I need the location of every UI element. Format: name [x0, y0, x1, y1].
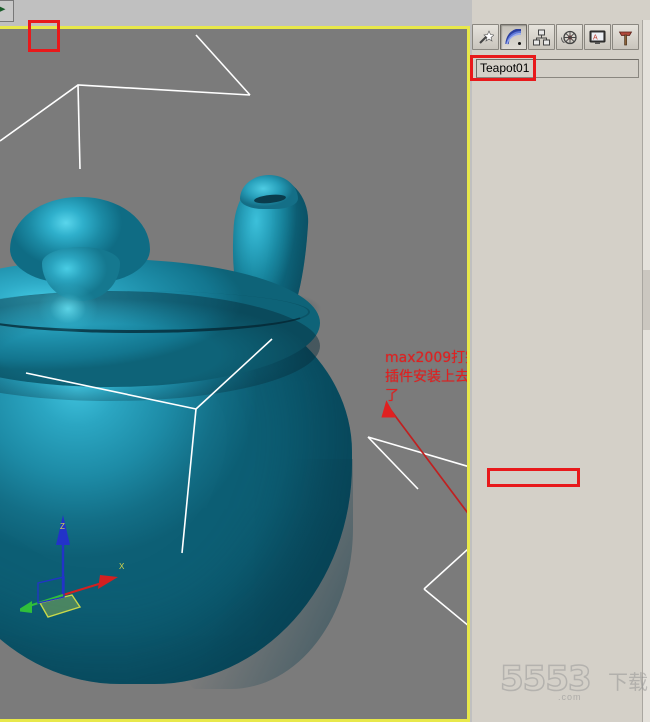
- command-panel-scrollbar-thumb[interactable]: [643, 270, 650, 330]
- annotation-arrow: [380, 399, 467, 529]
- app-window: ➤: [0, 0, 650, 722]
- sidebar-item-utilities[interactable]: [612, 24, 639, 50]
- hierarchy-tree-icon: [533, 29, 550, 46]
- sidebar-item-modify[interactable]: [500, 24, 527, 50]
- viewport-container: ➤: [0, 0, 472, 722]
- transform-gizmo[interactable]: Z X: [20, 507, 160, 627]
- sidebar-item-create[interactable]: [472, 24, 499, 50]
- sidebar-item-motion[interactable]: [556, 24, 583, 50]
- magic-wand-icon: [477, 29, 494, 46]
- svg-text:X: X: [119, 562, 125, 571]
- select-object-glyph: ➤: [0, 3, 6, 15]
- svg-text:A: A: [593, 34, 598, 41]
- object-name-row: [476, 58, 646, 78]
- display-monitor-icon: A: [589, 29, 606, 46]
- command-panel: A Select By Channel ▼ MapScalerMaterialM…: [472, 0, 650, 722]
- sidebar-item-display[interactable]: A: [584, 24, 611, 50]
- active-viewport-border: Z X max2009打完补丁后，把布料插件安装上去了，现在可以用了: [0, 26, 470, 722]
- command-panel-scrollbar[interactable]: [642, 20, 650, 722]
- teapot-spout-tip: [240, 175, 298, 209]
- hammer-icon: [617, 29, 634, 46]
- annotation-note: max2009打完补丁后，把布料插件安装上去了，现在可以用了: [385, 349, 467, 406]
- teapot-body-facet-shading: [178, 459, 353, 689]
- perspective-viewport[interactable]: Z X max2009打完补丁后，把布料插件安装上去了，现在可以用了: [0, 29, 467, 719]
- curve-modifier-icon: [505, 29, 523, 46]
- command-panel-tabs: A: [472, 22, 650, 52]
- motion-wheel-icon: [561, 29, 578, 46]
- teapot-knob-highlight: [28, 279, 108, 345]
- object-name-input[interactable]: [476, 59, 639, 78]
- select-object-icon[interactable]: ➤: [0, 0, 14, 22]
- svg-text:Z: Z: [60, 522, 65, 531]
- sidebar-item-hierarchy[interactable]: [528, 24, 555, 50]
